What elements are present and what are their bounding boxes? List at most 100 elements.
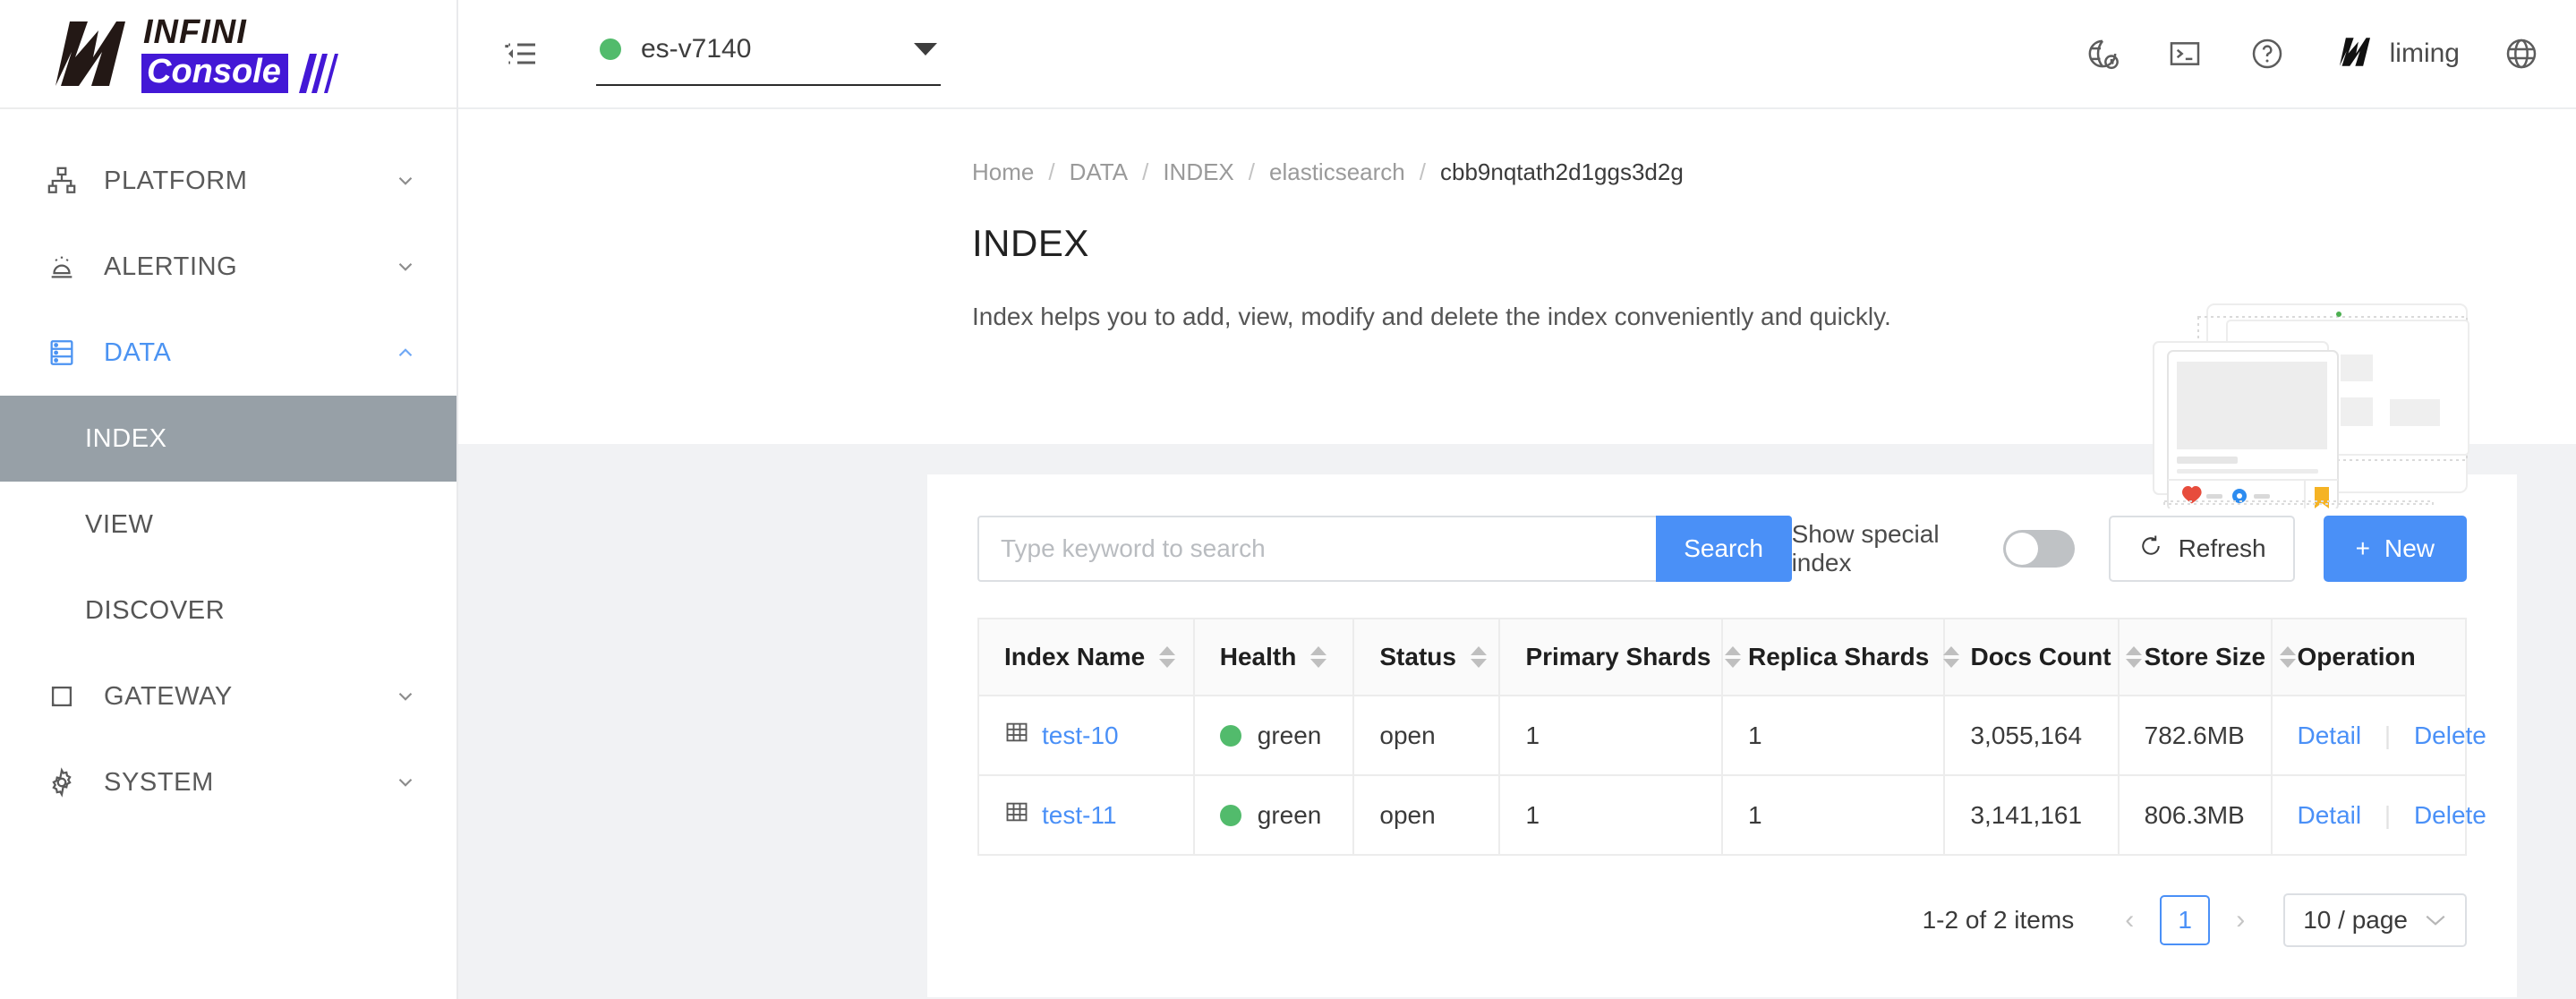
sidebar-item-index[interactable]: INDEX xyxy=(0,396,456,482)
pagination-total: 1-2 of 2 items xyxy=(1923,906,2075,935)
chevron-down-icon xyxy=(2424,913,2447,927)
sort-icon[interactable] xyxy=(2280,646,2296,668)
search-input[interactable] xyxy=(977,516,1656,582)
top-bar: es-v7140 xyxy=(458,0,2576,109)
cluster-status-dot xyxy=(600,38,621,60)
sidebar-nav: PLATFORM ALERTING xyxy=(0,109,456,999)
column-header-status[interactable]: Status xyxy=(1353,619,1499,696)
pagination-next-button[interactable]: › xyxy=(2219,895,2262,945)
health-label: green xyxy=(1258,801,1322,830)
detail-link[interactable]: Detail xyxy=(2298,722,2362,749)
pagination-prev-button[interactable]: ‹ xyxy=(2108,895,2151,945)
delete-link[interactable]: Delete xyxy=(2414,722,2486,749)
column-header-primary-shards[interactable]: Primary Shards xyxy=(1499,619,1722,696)
user-menu[interactable]: liming xyxy=(2333,35,2460,73)
sidebar-item-alerting[interactable]: ALERTING xyxy=(0,224,456,310)
sort-icon[interactable] xyxy=(1725,646,1741,668)
cell-primary-shards: 1 xyxy=(1499,696,1722,775)
language-globe-icon[interactable] xyxy=(2501,33,2542,74)
new-button[interactable]: + New xyxy=(2324,516,2467,582)
infini-n-logo-icon xyxy=(39,18,125,90)
sort-icon[interactable] xyxy=(1159,646,1175,668)
brand-line2: Console xyxy=(141,54,288,93)
operation-divider: | xyxy=(2384,801,2391,829)
index-table: Index Name Health Status Primary Shards … xyxy=(977,618,2467,856)
cell-health: green xyxy=(1194,775,1354,855)
index-card: Search Show special index Refresh xyxy=(927,474,2517,997)
table-header-row: Index Name Health Status Primary Shards … xyxy=(978,619,2466,696)
column-label: Health xyxy=(1220,643,1297,671)
menu-fold-icon[interactable] xyxy=(498,30,546,78)
cell-replica-shards: 1 xyxy=(1722,696,1945,775)
cell-status: open xyxy=(1353,775,1499,855)
column-label: Operation xyxy=(2298,643,2416,671)
breadcrumb-separator: / xyxy=(1142,158,1148,186)
cell-index-name: test-11 xyxy=(978,775,1194,855)
pagination-page-1[interactable]: 1 xyxy=(2160,895,2210,945)
chevron-down-icon xyxy=(394,169,417,192)
sort-icon[interactable] xyxy=(1943,646,1959,668)
toggle-knob xyxy=(2006,533,2038,565)
breadcrumb-separator: / xyxy=(1249,158,1255,186)
sidebar-item-system[interactable]: SYSTEM xyxy=(0,739,456,825)
alarm-icon xyxy=(47,252,86,282)
refresh-button[interactable]: Refresh xyxy=(2109,516,2295,582)
breadcrumb-current: cbb9nqtath2d1ggs3d2g xyxy=(1440,158,1684,186)
app-root: INFINI Console xyxy=(0,0,2576,999)
brand-slashes-icon xyxy=(290,54,338,93)
cell-health: green xyxy=(1194,696,1354,775)
brand-line1: INFINI xyxy=(143,15,338,49)
column-header-docs-count[interactable]: Docs Count xyxy=(1944,619,2118,696)
index-name-link[interactable]: test-10 xyxy=(1042,722,1119,750)
sidebar-item-data[interactable]: DATA xyxy=(0,310,456,396)
table-grid-icon xyxy=(1004,799,1029,831)
column-label: Docs Count xyxy=(1970,643,2111,671)
sidebar-item-gateway[interactable]: GATEWAY xyxy=(0,653,456,739)
sidebar-item-discover[interactable]: DISCOVER xyxy=(0,568,456,653)
column-header-operation: Operation xyxy=(2272,619,2467,696)
sidebar-item-view[interactable]: VIEW xyxy=(0,482,456,568)
sort-icon[interactable] xyxy=(2126,646,2142,668)
breadcrumb-item-elasticsearch[interactable]: elasticsearch xyxy=(1269,158,1405,186)
cell-docs-count: 3,141,161 xyxy=(1944,775,2118,855)
breadcrumb-item-index[interactable]: INDEX xyxy=(1163,158,1233,186)
globe-clock-icon[interactable] xyxy=(2082,33,2123,74)
cluster-select[interactable]: es-v7140 xyxy=(596,21,941,86)
column-header-index-name[interactable]: Index Name xyxy=(978,619,1194,696)
cell-status: open xyxy=(1353,696,1499,775)
breadcrumb: Home / DATA / INDEX / elasticsearch / cb… xyxy=(972,158,2576,186)
column-label: Replica Shards xyxy=(1748,643,1929,671)
sort-icon[interactable] xyxy=(1471,646,1487,668)
cell-operation: Detail | Delete xyxy=(2272,775,2467,855)
search-button[interactable]: Search xyxy=(1656,516,1792,582)
sitemap-icon xyxy=(47,166,86,196)
cell-index-name: test-10 xyxy=(978,696,1194,775)
cell-docs-count: 3,055,164 xyxy=(1944,696,2118,775)
show-special-index-toggle[interactable] xyxy=(2003,530,2075,568)
hero-illustration xyxy=(2121,285,2479,508)
brand-logo[interactable]: INFINI Console xyxy=(0,0,456,109)
delete-link[interactable]: Delete xyxy=(2414,801,2486,829)
breadcrumb-item-data[interactable]: DATA xyxy=(1070,158,1128,186)
sidebar-item-label: SYSTEM xyxy=(104,768,394,798)
column-header-health[interactable]: Health xyxy=(1194,619,1354,696)
detail-link[interactable]: Detail xyxy=(2298,801,2362,829)
breadcrumb-item-home[interactable]: Home xyxy=(972,158,1034,186)
sidebar-item-platform[interactable]: PLATFORM xyxy=(0,138,456,224)
sidebar-item-label: ALERTING xyxy=(104,252,394,282)
show-special-index-label: Show special index xyxy=(1792,520,1987,577)
sidebar-item-label: DATA xyxy=(104,338,394,368)
help-circle-icon[interactable] xyxy=(2247,33,2288,74)
column-header-replica-shards[interactable]: Replica Shards xyxy=(1722,619,1945,696)
plus-icon: + xyxy=(2356,534,2370,563)
table-row: test-10 green open 1 1 3,055,164 782.6MB xyxy=(978,696,2466,775)
sort-icon[interactable] xyxy=(1310,646,1326,668)
page-size-select[interactable]: 10 / page xyxy=(2283,893,2467,947)
chevron-up-icon xyxy=(394,341,417,364)
cell-store-size: 806.3MB xyxy=(2119,775,2272,855)
pagination: 1-2 of 2 items ‹ 1 › 10 / page xyxy=(977,893,2467,947)
gear-icon xyxy=(47,767,86,798)
console-terminal-icon[interactable] xyxy=(2164,33,2205,74)
index-name-link[interactable]: test-11 xyxy=(1042,801,1117,830)
operation-divider: | xyxy=(2384,722,2391,749)
